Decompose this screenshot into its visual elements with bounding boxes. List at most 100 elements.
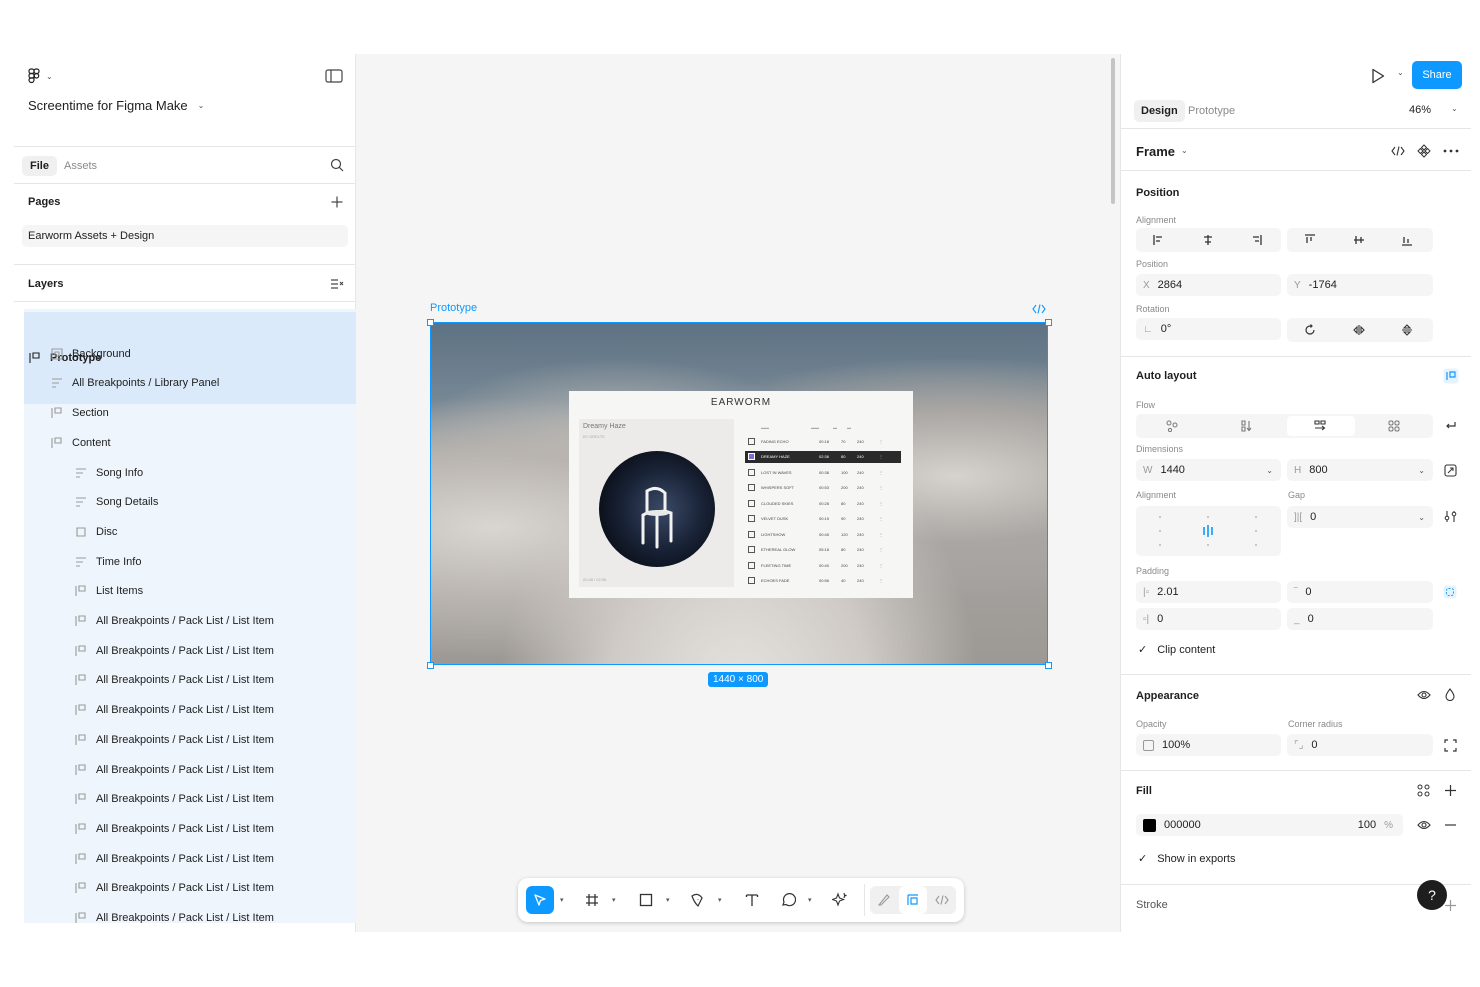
add-stroke-icon[interactable] [1444, 899, 1457, 912]
styles-icon[interactable] [1417, 784, 1430, 797]
chevron-down-icon[interactable]: ▾ [560, 896, 564, 904]
chevron-down-icon[interactable]: ▾ [666, 896, 670, 904]
height-field[interactable]: H 800 ⌄ [1287, 459, 1433, 481]
resize-handle[interactable] [427, 319, 434, 326]
layer-row[interactable]: All Breakpoints / Pack List / List Item [74, 876, 274, 900]
y-position-field[interactable]: Y -1764 [1287, 274, 1433, 296]
layer-row[interactable]: List Items [74, 579, 143, 603]
pen-tool-button[interactable] [684, 886, 712, 914]
layout-settings-icon[interactable] [1444, 510, 1457, 523]
frame-tool-button[interactable] [578, 886, 606, 914]
layer-row[interactable]: Content [50, 431, 111, 455]
layer-row[interactable]: All Breakpoints / Pack List / List Item [74, 847, 274, 871]
layer-row[interactable]: Section [50, 401, 109, 425]
wrap-icon[interactable] [1445, 420, 1457, 432]
align-right-icon[interactable] [1250, 234, 1262, 246]
layer-row[interactable]: All Breakpoints / Pack List / List Item [74, 787, 274, 811]
remove-fill-icon[interactable] [1444, 824, 1457, 826]
width-field[interactable]: W 1440 ⌄ [1136, 459, 1281, 481]
chevron-down-icon[interactable]: ▾ [808, 896, 812, 904]
align-horizontal-center-icon[interactable] [1202, 234, 1214, 246]
chevron-down-icon[interactable]: ▾ [718, 896, 722, 904]
blend-mode-icon[interactable] [1445, 688, 1455, 701]
add-fill-icon[interactable] [1444, 784, 1457, 797]
freeform-icon[interactable] [1166, 420, 1178, 432]
chevron-down-icon[interactable]: ⌄ [1451, 104, 1458, 113]
comment-tool-button[interactable] [774, 886, 802, 914]
help-button[interactable]: ? [1417, 880, 1447, 910]
resize-handle[interactable] [1045, 662, 1052, 669]
page-item[interactable]: Earworm Assets + Design [22, 225, 348, 247]
show-in-exports-checkbox[interactable]: ✓ Show in exports [1138, 852, 1235, 866]
selection-type[interactable]: Frame [1136, 144, 1175, 159]
x-position-field[interactable]: X 2864 [1136, 274, 1281, 296]
opacity-field[interactable]: 100% [1136, 734, 1281, 756]
auto-layout-icon[interactable] [1443, 368, 1459, 384]
search-icon[interactable] [330, 158, 344, 172]
layer-row[interactable]: Disc [74, 520, 117, 544]
align-vertical-center-icon[interactable] [1353, 234, 1365, 246]
layer-row[interactable]: All Breakpoints / Pack List / List Item [74, 906, 274, 923]
tab-file[interactable]: File [22, 156, 57, 176]
padding-bottom-field[interactable]: _ 0 [1287, 608, 1433, 630]
chevron-down-icon[interactable]: ⌄ [1418, 466, 1425, 475]
shape-tool-button[interactable] [632, 886, 660, 914]
add-page-icon[interactable] [330, 195, 344, 209]
chevron-down-icon[interactable]: ⌄ [1181, 146, 1188, 155]
actions-button[interactable] [826, 886, 854, 914]
tab-prototype[interactable]: Prototype [1181, 100, 1242, 122]
layer-list-icon[interactable] [330, 277, 344, 291]
align-top-icon[interactable] [1304, 234, 1316, 246]
tab-assets[interactable]: Assets [56, 156, 105, 176]
layer-row[interactable]: All Breakpoints / Library Panel [50, 371, 219, 395]
code-icon[interactable] [1391, 146, 1405, 156]
padding-top-field[interactable]: ‾ 0 [1287, 581, 1433, 603]
layer-row[interactable]: All Breakpoints / Pack List / List Item [74, 639, 274, 663]
code-icon[interactable] [1032, 304, 1046, 314]
more-options-icon[interactable] [1443, 149, 1459, 153]
padding-right-field[interactable]: ▫| 0 [1136, 608, 1281, 630]
chevron-down-icon[interactable]: ⌄ [1397, 68, 1404, 77]
layer-row[interactable]: All Breakpoints / Pack List / List Item [74, 758, 274, 782]
layer-row[interactable]: Background [50, 342, 131, 366]
eye-icon[interactable] [1417, 690, 1431, 700]
layer-row[interactable]: Time Info [74, 550, 141, 574]
chevron-down-icon[interactable]: ▾ [612, 896, 616, 904]
fill-swatch[interactable] [1143, 818, 1156, 832]
file-title[interactable]: Screentime for Figma Make ⌄ [28, 98, 204, 113]
alignment-grid[interactable] [1136, 506, 1281, 556]
gap-field[interactable]: ]|[ 0 ⌄ [1287, 506, 1433, 528]
independent-corners-icon[interactable] [1444, 739, 1457, 752]
eye-icon[interactable] [1417, 820, 1431, 830]
flip-vertical-icon[interactable] [1401, 324, 1413, 336]
layer-row[interactable]: Song Details [74, 490, 158, 514]
prototype-frame[interactable]: EARWORM Dreamy Haze BY DRELTE 00:48 / 02… [430, 322, 1048, 665]
corner-radius-field[interactable]: ⌜⌟ 0 [1287, 734, 1433, 756]
dev-mode-button[interactable] [928, 886, 956, 914]
individual-padding-icon[interactable] [1443, 585, 1457, 599]
padding-left-field[interactable]: |▫ 2.01 [1136, 581, 1281, 603]
zoom-level[interactable]: 46% [1409, 104, 1431, 116]
resize-handle[interactable] [427, 662, 434, 669]
component-icon[interactable] [1417, 144, 1431, 158]
rotate-icon[interactable] [1304, 324, 1316, 336]
layer-row[interactable]: All Breakpoints / Pack List / List Item [74, 817, 274, 841]
share-button[interactable]: Share [1412, 61, 1462, 89]
resize-handle[interactable] [1045, 319, 1052, 326]
rotation-field[interactable]: ∟ 0° [1136, 318, 1281, 340]
canvas[interactable]: Prototype EARWORM Dreamy Haze BY DRELTE … [356, 54, 1120, 932]
move-tool-button[interactable] [526, 886, 554, 914]
draw-mode-button[interactable] [870, 886, 898, 914]
layer-row[interactable]: All Breakpoints / Pack List / List Item [74, 728, 274, 752]
tab-design[interactable]: Design [1134, 100, 1185, 122]
vertical-flow-icon[interactable] [1240, 420, 1252, 432]
grid-flow-icon[interactable] [1388, 420, 1400, 432]
horizontal-flow-icon[interactable] [1314, 420, 1326, 432]
main-menu[interactable]: ⌄ [28, 68, 53, 84]
layer-row[interactable]: All Breakpoints / Pack List / List Item [74, 609, 274, 633]
frame-label[interactable]: Prototype [430, 302, 477, 314]
chevron-down-icon[interactable]: ⌄ [1266, 466, 1273, 475]
layer-row[interactable]: All Breakpoints / Pack List / List Item [74, 668, 274, 692]
clip-content-checkbox[interactable]: ✓ Clip content [1138, 643, 1215, 657]
layer-row[interactable]: All Breakpoints / Pack List / List Item [74, 698, 274, 722]
